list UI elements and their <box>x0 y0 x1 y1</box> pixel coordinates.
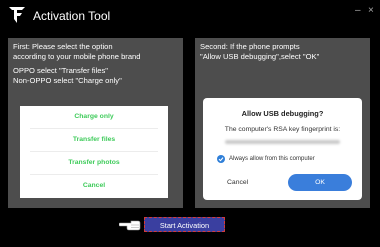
start-activation-button[interactable]: Start Activation <box>144 217 225 232</box>
divider <box>30 151 158 152</box>
checkbox-label: Always allow from this computer <box>229 156 315 162</box>
instruction-line: OPPO select "Transfer files" <box>13 66 108 75</box>
usb-mode-options-card: Charge only Transfer files Transfer phot… <box>20 106 168 198</box>
blurred-fingerprint <box>225 140 340 144</box>
option-transfer-files[interactable]: Transfer files <box>20 136 168 143</box>
usb-debugging-dialog: Allow USB debugging? The computer's RSA … <box>203 98 362 200</box>
brand-logo-icon <box>9 7 25 23</box>
option-cancel[interactable]: Cancel <box>20 182 168 189</box>
option-charge-only[interactable]: Charge only <box>20 113 168 120</box>
instruction-line: Second: If the phone prompts <box>200 42 300 51</box>
divider <box>30 174 158 175</box>
step-two-panel: Second: If the phone prompts "Allow USB … <box>195 38 370 208</box>
close-button[interactable]: × <box>368 5 374 16</box>
instruction-line: "Allow USB debugging",select "OK" <box>200 52 320 61</box>
dialog-ok-button[interactable]: OK <box>288 174 352 191</box>
option-transfer-photos[interactable]: Transfer photos <box>20 159 168 166</box>
minimize-button[interactable]: – <box>355 5 361 16</box>
step-one-panel: First: Please select the option accordin… <box>8 38 183 208</box>
dialog-body: The computer's RSA key fingerprint is: <box>224 126 341 133</box>
dialog-cancel-button[interactable]: Cancel <box>227 179 248 186</box>
instruction-line: according to your mobile phone brand <box>13 52 141 61</box>
window-title: Activation Tool <box>33 9 111 23</box>
step-two-instructions: Second: If the phone prompts "Allow USB … <box>200 42 319 62</box>
title-bar: Activation Tool – × <box>0 0 380 30</box>
step-one-instructions: First: Please select the option accordin… <box>13 42 141 86</box>
checkmark-icon <box>218 157 224 162</box>
instruction-line: First: Please select the option <box>13 42 113 51</box>
divider <box>30 128 158 129</box>
pointing-hand-icon <box>119 220 141 231</box>
instruction-line: Non-OPPO select "Charge only" <box>13 76 122 85</box>
always-allow-checkbox[interactable] <box>217 155 225 163</box>
dialog-title: Allow USB debugging? <box>241 109 324 118</box>
